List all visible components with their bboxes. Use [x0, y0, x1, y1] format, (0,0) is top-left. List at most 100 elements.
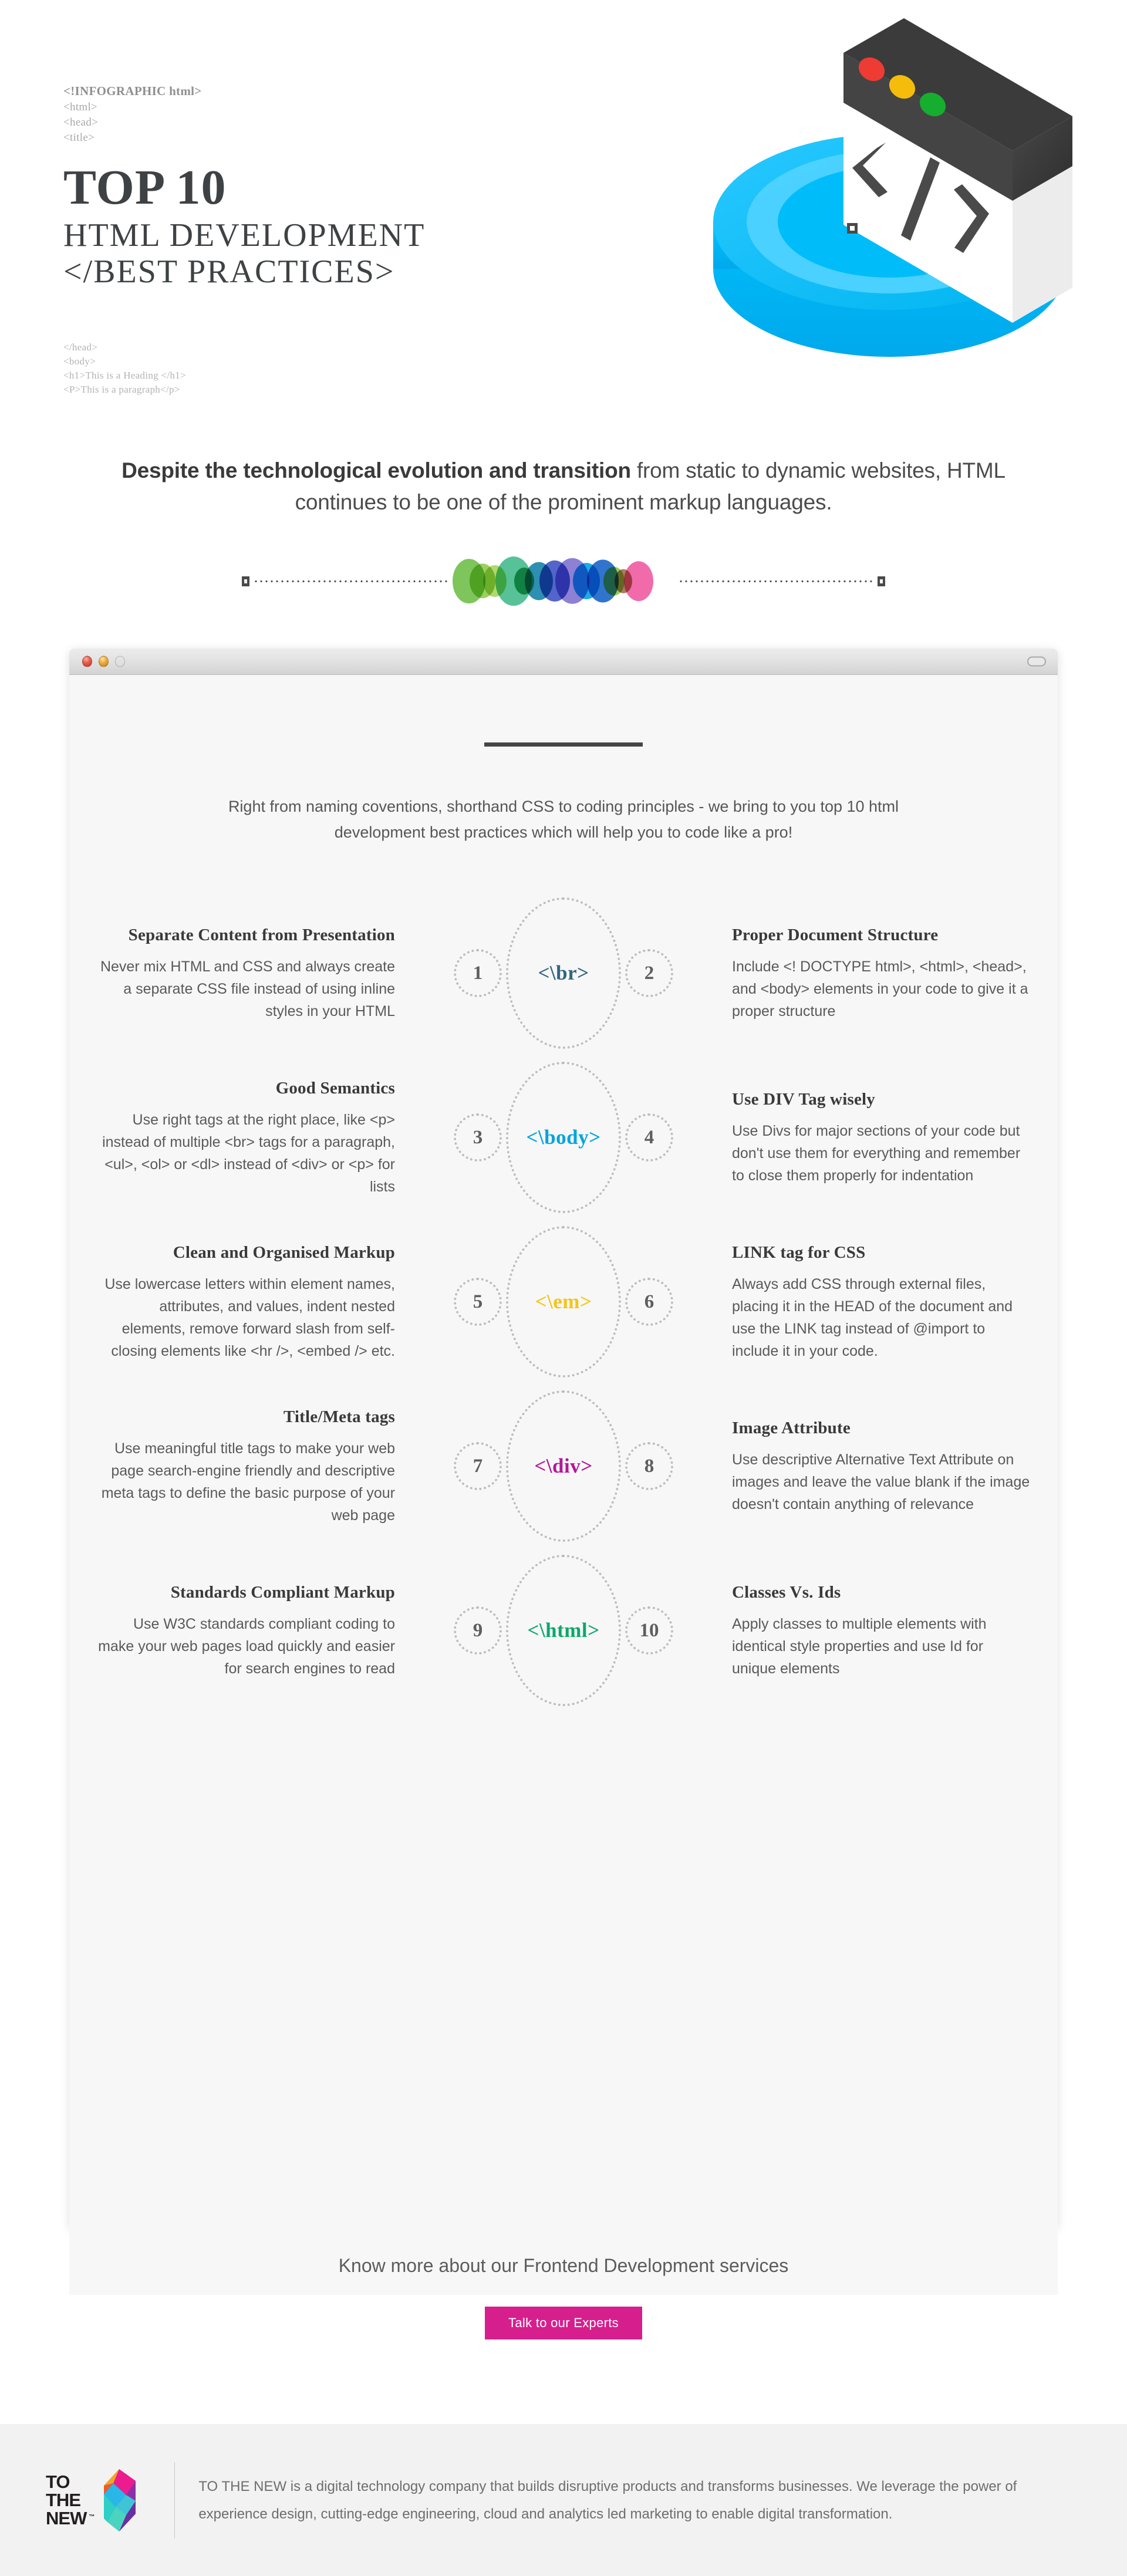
- close-icon[interactable]: [82, 656, 92, 667]
- browser-intro-text: Right from naming coventions, shorthand …: [228, 798, 899, 841]
- tip-heading: Good Semantics: [275, 1078, 395, 1098]
- tip-center-node: 7 <\div> 8: [426, 1384, 701, 1548]
- tip-body: Use meaningful title tags to make your w…: [101, 1440, 395, 1524]
- code-line-body: <body>: [63, 356, 96, 367]
- tip-row: Title/Meta tags Use meaningful title tags…: [69, 1384, 1058, 1548]
- tip-center-node: 9 <\html> 10: [426, 1548, 701, 1713]
- tip-heading: Image Attribute: [732, 1418, 851, 1437]
- tip-tag-bubble: <\div>: [506, 1390, 621, 1542]
- browser-window-panel: Right from naming coventions, shorthand …: [69, 649, 1058, 2295]
- tip-number-right: 6: [625, 1278, 673, 1326]
- tip-left: Clean and Organised Markup Use lowercase …: [97, 1242, 426, 1362]
- tip-body: Use lowercase letters within element nam…: [104, 1275, 395, 1359]
- tip-number-right: 10: [625, 1606, 673, 1655]
- code-line-head-close: </head>: [63, 342, 98, 353]
- tip-body: Use Divs for major sections of your code…: [732, 1122, 1021, 1184]
- logo-line-1: TO: [46, 2472, 70, 2492]
- code-line-doctype: <!INFOGRAPHIC html>: [63, 84, 202, 98]
- intro-statement: Despite the technological evolution and …: [0, 455, 1127, 518]
- logo-wordmark: TO THE NEW ™: [46, 2472, 95, 2528]
- divider-circle: [624, 561, 653, 601]
- decorative-divider: [0, 556, 1127, 606]
- window-traffic-lights: [82, 656, 125, 667]
- tip-heading: Proper Document Structure: [732, 925, 939, 944]
- company-logo[interactable]: TO THE NEW ™: [46, 2468, 141, 2533]
- tip-heading: Use DIV Tag wisely: [732, 1089, 875, 1109]
- tip-body: Apply classes to multiple elements with …: [732, 1615, 987, 1677]
- tip-tag-label: <\em>: [535, 1290, 592, 1313]
- footer-divider: [174, 2462, 176, 2538]
- tip-body: Use right tags at the right place, like …: [102, 1111, 395, 1195]
- tip-left: Good Semantics Use right tags at the righ…: [97, 1078, 426, 1198]
- tip-heading: Clean and Organised Markup: [173, 1243, 395, 1262]
- footer-bar: TO THE NEW ™ TO THE NEW is a digital tec…: [0, 2424, 1127, 2576]
- divider-dots-left: [254, 579, 448, 583]
- tip-tag-bubble: <\em>: [506, 1226, 621, 1378]
- tip-number-left: 7: [454, 1442, 502, 1490]
- hero-code-snippet-top: <!INFOGRAPHIC html> <html> <head> <title…: [63, 83, 202, 146]
- hero-section: <!INFOGRAPHIC html> <html> <head> <title…: [0, 0, 1127, 446]
- hero-code-snippet-bottom: </head> <body> <h1>This is a Heading </h…: [63, 340, 186, 397]
- tip-number-right: 2: [625, 949, 673, 997]
- tips-list: Separate Content from Presentation Never …: [69, 891, 1058, 1713]
- tip-body: Use descriptive Alternative Text Attribu…: [732, 1451, 1030, 1512]
- logo-line-2: THE: [46, 2490, 81, 2510]
- talk-to-experts-button[interactable]: Talk to our Experts: [485, 2307, 642, 2339]
- logo-trademark: ™: [89, 2514, 95, 2520]
- browser-titlebar: [69, 649, 1058, 675]
- tip-number-left: 9: [454, 1606, 502, 1655]
- minimize-icon[interactable]: [99, 656, 109, 667]
- tip-left: Title/Meta tags Use meaningful title tags…: [97, 1406, 426, 1527]
- tip-left: Standards Compliant Markup Use W3C standa…: [97, 1582, 426, 1680]
- logo-line-3: NEW: [46, 2508, 87, 2528]
- code-line-h1: <h1>This is a Heading </h1>: [63, 370, 186, 381]
- maximize-icon[interactable]: [115, 656, 125, 667]
- page-subtitle-line2: </BEST PRACTICES>: [63, 254, 395, 290]
- tip-number-right: 8: [625, 1442, 673, 1490]
- tip-tag-label: <\html>: [527, 1619, 600, 1642]
- tip-tag-bubble: <\br>: [506, 897, 621, 1049]
- page-subtitle-line1: HTML DEVELOPMENT: [63, 217, 426, 254]
- browser-content-area: Right from naming coventions, shorthand …: [69, 742, 1058, 2295]
- tip-heading: Title/Meta tags: [283, 1407, 395, 1426]
- tip-center-node: 3 <\body> 4: [426, 1055, 701, 1220]
- tip-left: Separate Content from Presentation Never …: [97, 924, 426, 1022]
- company-description: TO THE NEW is a digital technology compa…: [198, 2478, 1017, 2522]
- tip-heading: Classes Vs. Ids: [732, 1582, 841, 1602]
- tip-heading: Separate Content from Presentation: [128, 925, 395, 944]
- window-resize-grip-icon[interactable]: [1027, 656, 1046, 667]
- code-line-head: <head>: [63, 116, 99, 129]
- divider-color-circles: [453, 556, 674, 606]
- code-line-html: <html>: [63, 101, 98, 113]
- tip-center-node: 5 <\em> 6: [426, 1220, 701, 1384]
- tip-heading: LINK tag for CSS: [732, 1243, 866, 1262]
- divider-square-right: [878, 576, 885, 586]
- isometric-code-window-icon: [637, 0, 1118, 405]
- tip-heading: Standards Compliant Markup: [170, 1582, 395, 1602]
- tip-number-left: 5: [454, 1278, 502, 1326]
- intro-statement-bold: Despite the technological evolution and …: [122, 458, 631, 482]
- tip-body: Use W3C standards compliant coding to ma…: [98, 1615, 395, 1677]
- tip-row: Separate Content from Presentation Never …: [69, 891, 1058, 1055]
- tip-tag-bubble: <\html>: [506, 1555, 621, 1706]
- tip-number-right: 4: [625, 1113, 673, 1162]
- tip-row: Clean and Organised Markup Use lowercase …: [69, 1220, 1058, 1384]
- tip-right: Image Attribute Use descriptive Alternati…: [701, 1417, 1030, 1515]
- hero-title-block: TOP 10 HTML DEVELOPMENT </BEST PRACTICES…: [63, 160, 426, 291]
- tip-right: Classes Vs. Ids Apply classes to multiple…: [701, 1582, 1030, 1680]
- tip-tag-label: <\br>: [538, 961, 589, 984]
- divider-square-left: [242, 576, 249, 586]
- tip-body: Include <! DOCTYPE html>, <html>, <head>…: [732, 958, 1028, 1019]
- cta-section: Know more about our Frontend Development…: [0, 2254, 1127, 2339]
- logo-crystal-icon: [104, 2469, 136, 2531]
- tip-tag-label: <\body>: [526, 1126, 601, 1149]
- tip-row: Good Semantics Use right tags at the righ…: [69, 1055, 1058, 1220]
- tip-row: Standards Compliant Markup Use W3C standa…: [69, 1548, 1058, 1713]
- page-title: TOP 10: [63, 160, 227, 215]
- code-line-title: <title>: [63, 131, 95, 144]
- tip-body: Never mix HTML and CSS and always create…: [100, 958, 395, 1019]
- tip-center-node: 1 <\br> 2: [426, 891, 701, 1055]
- tip-right: Proper Document Structure Include <! DOCT…: [701, 924, 1030, 1022]
- tip-number-left: 3: [454, 1113, 502, 1162]
- divider-dots-right: [679, 579, 873, 583]
